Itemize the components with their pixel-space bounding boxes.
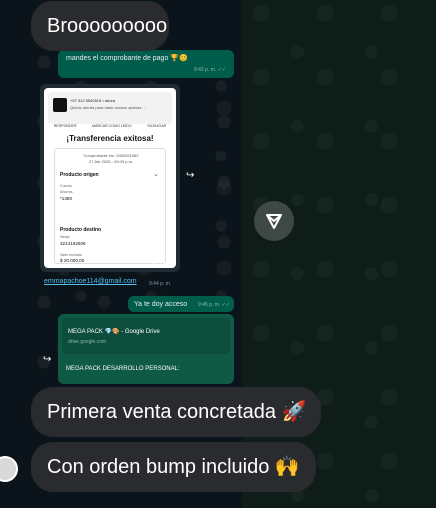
reply-bubble: Primera venta concretada 🚀 [31,387,321,437]
outgoing-message[interactable]: mandes el comprobante de pago 🏆😊 9:43 p.… [58,50,234,78]
send-icon[interactable] [254,201,294,241]
forward-icon[interactable]: ↪ [43,354,51,365]
notification-sender: +57 312 5540519 • ahora [70,98,116,103]
reply-text: Brooooooooo [47,15,168,37]
account-label: Cuenta [60,184,72,188]
savings-value: *1380 [60,196,73,201]
message-time: 9:45 p. m. ✓✓ [197,302,230,308]
reply-bubble: Con orden bump incluido 🙌 [31,442,316,492]
reply-action: RESPONDER [53,124,77,128]
amount-label: Valor enviado [60,253,82,257]
notification-actions: RESPONDER MARCAR COMO LEÍDO SILENCIAR [46,124,174,128]
notification-banner: +57 312 5540519 • ahora Quedo atenta par… [48,92,172,124]
nequi-value: 3214162606 [60,241,86,246]
message-text: MEGA PACK DESARROLLO PERSONAL: [66,366,180,372]
screenshot-stage: mandes el comprobante de pago 🏆😊 9:43 p.… [0,0,436,508]
outgoing-link-message[interactable]: MEGA PACK 💎🎨 - Google Drive drive.google… [58,314,234,384]
mark-read-action: MARCAR COMO LEÍDO [92,124,132,128]
reply-bubble: Brooooooooo [31,1,169,51]
link-preview-card[interactable]: MEGA PACK 💎🎨 - Google Drive drive.google… [62,318,230,354]
email-link[interactable]: emmapachoe114@gmail.com [44,278,137,285]
reply-text: Con orden bump incluido 🙌 [47,456,300,478]
mute-action: SILENCIAR [147,124,167,128]
reply-text: Primera venta concretada 🚀 [47,401,307,423]
app-icon [53,98,67,112]
destination-product-label: Producto destino [60,227,102,233]
forward-icon[interactable]: ↪ [186,170,194,181]
receipt-screenshot: +57 312 5540519 • ahora Quedo atenta par… [44,88,176,268]
link-title: MEGA PACK 💎🎨 - Google Drive [68,329,160,335]
chevron-down-icon: ⌄ [153,171,159,178]
message-text: Ya te doy acceso [134,301,188,308]
notification-preview: Quedo atenta para darle acceso apenas ..… [70,105,146,110]
amount-value: $ 20.000,00 [60,258,85,263]
image-message[interactable]: +57 312 5540519 • ahora Quedo atenta par… [40,84,180,272]
outgoing-message[interactable]: Ya te doy acceso 9:45 p. m. ✓✓ [128,296,234,312]
link-url: drive.google.com [68,339,107,345]
savings-label: Ahorros [60,190,73,194]
chat-background-left [0,0,32,508]
receipt-details: Comprobante No. 0000091982 27 Abr 2025 -… [54,148,166,264]
message-time: 9:43 p. m. ✓✓ [193,67,226,73]
receipt-number: Comprobante No. 0000091982 [83,153,139,158]
message-time: 9:44 p. m. [149,281,172,287]
receipt-date: 27 Abr 2025 - 09:43 p.m. [88,159,134,164]
nequi-label: Nequi [60,235,70,239]
message-time: 9:44 p. m. [151,260,174,266]
message-text: mandes el comprobante de pago 🏆😊 [66,55,188,62]
receipt-title: ¡Transferencia exitosa! [66,134,154,143]
origin-product-label: Producto origen [60,172,99,178]
paper-plane-icon [266,214,282,229]
